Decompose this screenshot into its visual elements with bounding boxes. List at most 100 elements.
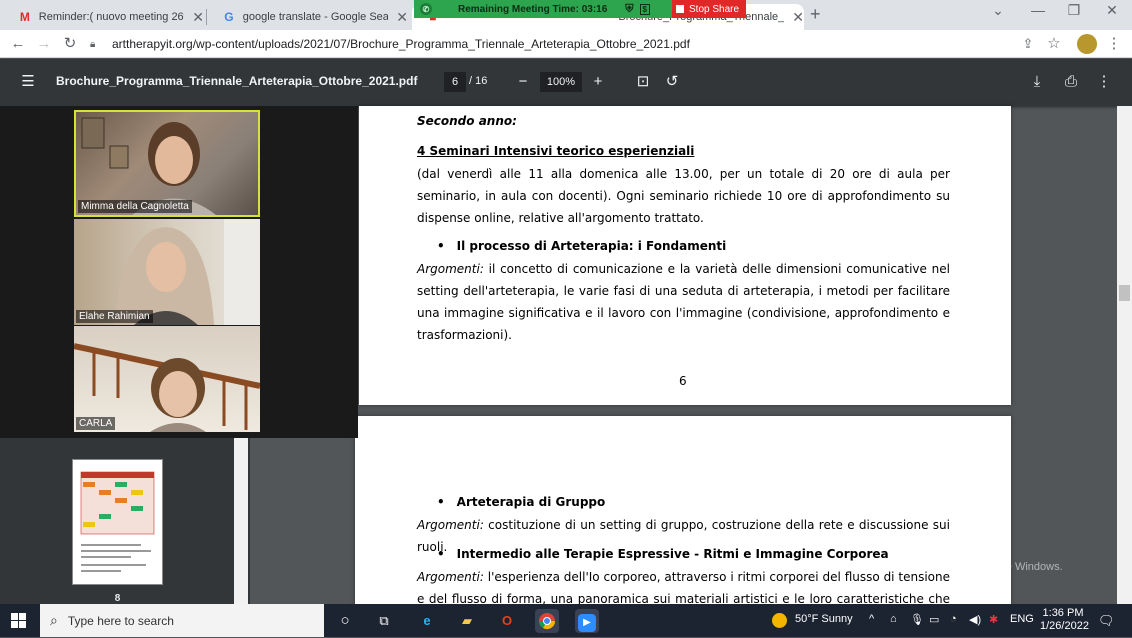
gmail-icon: M xyxy=(19,10,30,24)
shield-icon: ⛨ xyxy=(625,2,634,15)
main-scrollbar[interactable] xyxy=(1117,106,1132,604)
more-actions-icon[interactable]: ⋮ xyxy=(1093,71,1115,93)
thumbnail-page-number: 8 xyxy=(114,593,121,604)
close-tab-icon[interactable]: ✕ xyxy=(792,9,804,26)
file-explorer-icon[interactable]: ▰ xyxy=(455,609,479,633)
restore-icon[interactable]: ❐ xyxy=(1056,2,1092,19)
participant-name: Elahe Rahimian xyxy=(76,310,153,323)
argomenti-label: Argomenti: xyxy=(417,570,484,584)
heading-secondo-anno: Secondo anno: xyxy=(417,114,517,128)
wifi-icon[interactable]: ◔ xyxy=(950,613,957,625)
clock[interactable]: 1:36 PM 1/26/2022 xyxy=(1040,607,1089,633)
close-tab-icon[interactable]: ✕ xyxy=(396,9,408,26)
edge-icon[interactable]: e xyxy=(415,609,439,633)
page-thumbnail[interactable] xyxy=(72,459,163,585)
activate-windows-subtitle: Go to Settings to activate Windows. xyxy=(889,561,1063,573)
bullet-terapie-espressive: Intermedio alle Terapie Espressive - Rit… xyxy=(437,547,889,561)
video-tile-1[interactable]: Mimma della Cagnoletta xyxy=(74,110,260,217)
video-panel: Mimma della Cagnoletta Elahe Rahimian CA… xyxy=(0,106,358,438)
download-icon[interactable]: ⤓ xyxy=(1026,71,1048,93)
fit-page-icon[interactable]: ⊡ xyxy=(632,71,654,93)
tab-google-search[interactable]: G google translate - Google Search ✕ xyxy=(208,4,408,30)
taskbar-search-box[interactable]: ⌕ Type here to search xyxy=(40,604,324,637)
tab-gmail[interactable]: M Reminder:( nuovo meeting 26th ✕ xyxy=(4,4,204,30)
sidebar-scrollbar[interactable] xyxy=(234,436,248,604)
dollar-icon: $ xyxy=(639,3,650,15)
address-row: ← → ↻ 🔒︎ arttherapyit.org/wp-content/upl… xyxy=(0,30,1132,58)
task-view-icon[interactable]: ⧉ xyxy=(372,609,396,633)
windows-start-icon[interactable] xyxy=(11,613,26,628)
participant-name: CARLA xyxy=(76,417,116,430)
weather-sun-icon xyxy=(772,613,787,628)
lock-icon: 🔒︎ xyxy=(90,38,96,50)
tab-search-icon[interactable]: ⌄ xyxy=(980,2,1016,19)
bullet-gruppo: Arteterapia di Gruppo xyxy=(437,495,606,509)
zoom-in-icon[interactable]: + xyxy=(587,71,609,93)
new-tab-icon[interactable]: + xyxy=(810,4,821,25)
forward-icon[interactable]: → xyxy=(34,34,54,54)
zoom-level-input[interactable]: 100% xyxy=(540,72,582,92)
notification-icon[interactable]: 🗨︎ xyxy=(1098,613,1115,629)
bullet-fondamenti: Il processo di Arteterapia: i Fondamenti xyxy=(437,239,727,253)
video-tile-3[interactable]: CARLA xyxy=(74,326,260,432)
stop-share-button[interactable]: Stop Share xyxy=(672,0,746,18)
argomenti-label: Argomenti: xyxy=(417,262,484,276)
stop-icon xyxy=(676,5,684,13)
chrome-icon[interactable] xyxy=(535,609,559,633)
bookmark-star-icon[interactable]: ☆ xyxy=(1044,34,1064,54)
argomenti-paragraph: Argomenti: il concetto di comunicazione … xyxy=(417,258,950,346)
stop-share-label: Stop Share xyxy=(689,3,740,15)
pdf-page-6: Secondo anno: 4 Seminari Intensivi teori… xyxy=(359,106,1011,405)
language-indicator[interactable]: ENG xyxy=(1010,613,1034,625)
pdf-page-7: Arteterapia di Gruppo Argomenti: costitu… xyxy=(355,416,1011,606)
clock-time: 1:36 PM xyxy=(1042,607,1084,619)
search-placeholder: Type here to search xyxy=(67,613,174,628)
zoom-app-icon[interactable]: ▶ xyxy=(575,609,599,633)
volume-icon[interactable]: ◀) xyxy=(969,613,981,626)
print-icon[interactable]: ⎙ xyxy=(1060,71,1082,93)
close-window-icon[interactable]: ✕ xyxy=(1094,2,1130,19)
show-hidden-icons[interactable]: ^ xyxy=(869,613,874,625)
battery-icon[interactable]: ▭ xyxy=(929,613,939,626)
menu-kebab-icon[interactable]: ⋮ xyxy=(1104,34,1124,54)
section-title: 4 Seminari Intensivi teorico esperienzia… xyxy=(417,144,695,158)
pdf-title: Brochure_Programma_Triennale_Arteterapia… xyxy=(56,74,418,88)
google-icon: G xyxy=(224,10,234,24)
search-icon: ⌕ xyxy=(50,612,58,628)
tab-separator xyxy=(206,9,207,25)
clock-date: 1/26/2022 xyxy=(1040,620,1089,632)
address-bar[interactable]: 🔒︎ arttherapyit.org/wp-content/uploads/2… xyxy=(90,33,1010,55)
hamburger-menu-icon[interactable]: ☰ xyxy=(17,71,39,93)
close-tab-icon[interactable]: ✕ xyxy=(192,9,204,26)
video-tile-2[interactable]: Elahe Rahimian xyxy=(74,219,260,325)
thumbnail-preview xyxy=(80,471,155,572)
meet-now-icon[interactable]: ⌂ xyxy=(890,613,897,625)
remaining-time: Remaining Meeting Time: 03:16 xyxy=(458,3,608,15)
pdf-toolbar: ☰ Brochure_Programma_Triennale_Arteterap… xyxy=(0,59,1132,106)
taskbar: ⌕ Type here to search ○ ⧉ e ▰ O ▶ 50°F S… xyxy=(0,604,1132,637)
scrollbar-thumb[interactable] xyxy=(1119,285,1130,301)
weather-text[interactable]: 50°F Sunny xyxy=(795,613,853,625)
minimize-icon[interactable]: — xyxy=(1020,2,1056,18)
share-icon[interactable]: ⇪ xyxy=(1018,34,1038,54)
tab-title: google translate - Google Search xyxy=(242,11,389,23)
url-text: arttherapyit.org/wp-content/uploads/2021… xyxy=(112,37,690,51)
page-number-footer: 6 xyxy=(679,374,687,388)
zoom-out-icon[interactable]: − xyxy=(512,71,534,93)
network-alert-icon[interactable]: ✱ xyxy=(989,613,998,626)
page-total: / 16 xyxy=(469,75,488,87)
page-number-input[interactable]: 6 xyxy=(444,72,466,92)
microphone-icon[interactable]: 🎙︎ xyxy=(910,613,924,626)
reload-icon[interactable]: ↻ xyxy=(60,34,80,54)
rotate-icon[interactable]: ↺ xyxy=(661,71,683,93)
cortana-icon[interactable]: ○ xyxy=(333,609,357,633)
argomenti-text: l'esperienza dell'Io corporeo, attravers… xyxy=(417,570,950,606)
profile-avatar[interactable] xyxy=(1077,34,1097,54)
office-icon[interactable]: O xyxy=(495,609,519,633)
activate-windows-title: Activate Windows xyxy=(889,540,1008,557)
call-icon: ✆ xyxy=(420,3,432,15)
back-icon[interactable]: ← xyxy=(8,34,28,54)
intro-paragraph: (dal venerdì alle 11 alla domenica alle … xyxy=(417,167,950,225)
argomenti-label: Argomenti: xyxy=(417,518,484,532)
argomenti-terapie-paragraph: Argomenti: l'esperienza dell'Io corporeo… xyxy=(417,566,950,606)
